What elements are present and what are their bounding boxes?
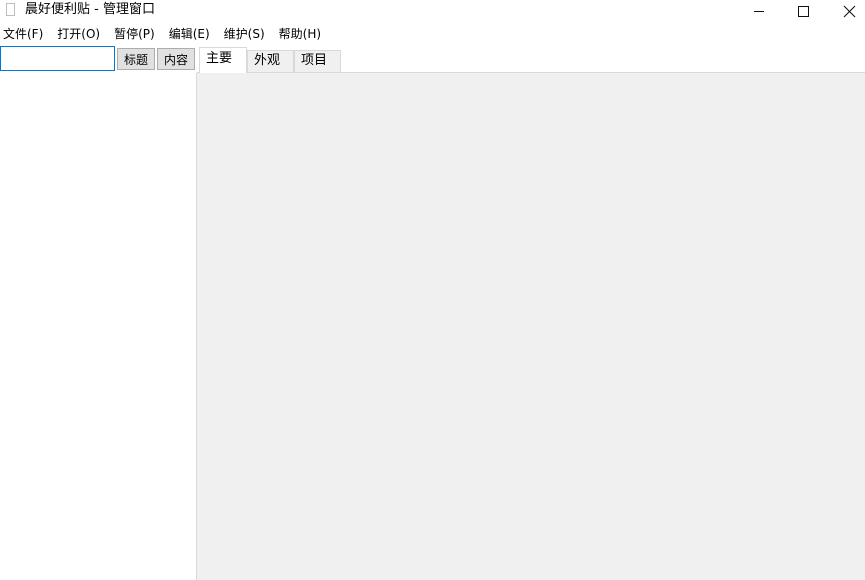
tab-strip: 主要 外观 项目 [197, 47, 865, 73]
minimize-icon [754, 10, 764, 12]
tab-page-main [197, 72, 865, 580]
menu-maintain[interactable]: 维护(S) [221, 24, 272, 44]
close-icon [843, 5, 855, 17]
menu-open[interactable]: 打开(O) [54, 24, 107, 44]
close-button[interactable] [826, 0, 865, 22]
note-list-panel[interactable] [0, 73, 197, 580]
menu-bar: 文件(F) 打开(O) 暂停(P) 编辑(E) 维护(S) 帮助(H) [0, 24, 865, 44]
maximize-button[interactable] [780, 0, 826, 22]
tab-appearance[interactable]: 外观 [247, 50, 294, 72]
menu-edit[interactable]: 编辑(E) [166, 24, 217, 44]
menu-pause[interactable]: 暂停(P) [111, 24, 162, 44]
tab-main[interactable]: 主要 [199, 47, 247, 73]
client-area: 标题 内容 主要 外观 项目 [0, 44, 865, 580]
search-input[interactable] [0, 46, 115, 71]
menu-help[interactable]: 帮助(H) [276, 24, 328, 44]
menu-file[interactable]: 文件(F) [0, 24, 50, 44]
minimize-button[interactable] [736, 0, 782, 22]
title-bar: 晨好便利贴 - 管理窗口 [0, 0, 865, 22]
search-title-button[interactable]: 标题 [117, 48, 155, 70]
tab-items[interactable]: 项目 [294, 50, 341, 72]
app-icon [6, 3, 15, 16]
search-content-button[interactable]: 内容 [157, 48, 195, 70]
maximize-icon [797, 5, 809, 17]
window-title: 晨好便利贴 - 管理窗口 [25, 2, 155, 17]
